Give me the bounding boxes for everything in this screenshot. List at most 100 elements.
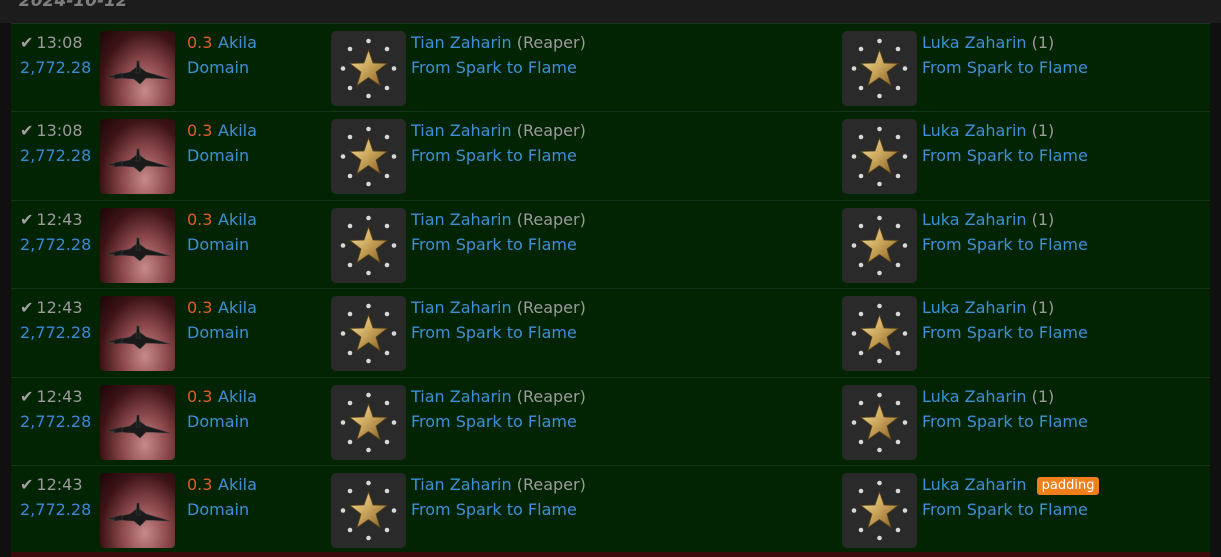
- checkmark-icon: ✔: [20, 386, 34, 406]
- killmail-row[interactable]: ✔ 13:08 2,772.28 0.3 Akila Domain Tian Zaharin…: [11, 23, 1210, 112]
- victim-info: Tian Zaharin (Reaper): [411, 298, 586, 318]
- ship-render-image[interactable]: [100, 473, 175, 548]
- victim-info: Tian Zaharin (Reaper): [411, 210, 586, 230]
- region-link[interactable]: Domain: [187, 146, 249, 166]
- isk-value: 2,772.28: [20, 234, 92, 254]
- kill-time: ✔ 12:43: [20, 386, 83, 406]
- isk-value: 2,772.28: [20, 58, 92, 77]
- region-link[interactable]: Domain: [187, 235, 249, 255]
- killer-corp-link[interactable]: From Spark to Flame: [922, 412, 1088, 432]
- killer-info: Luka Zaharin (1): [922, 210, 1054, 230]
- victim-corp-link[interactable]: From Spark to Flame: [411, 412, 577, 432]
- system-link[interactable]: Akila: [218, 33, 257, 53]
- killmail-row[interactable]: ✔ 12:43 2,772.28 0.3 Akila Domain Tian Zaharin…: [11, 465, 1210, 554]
- checkmark-icon: ✔: [20, 121, 34, 141]
- victim-name-link[interactable]: Tian Zaharin: [411, 298, 512, 317]
- system-link[interactable]: Akila: [218, 298, 257, 318]
- ship-render-image[interactable]: [100, 207, 175, 283]
- isk-value: 2,772.28: [20, 500, 92, 519]
- system-link[interactable]: Akila: [218, 210, 257, 230]
- security-status: 0.3: [187, 475, 213, 494]
- victim-corp-link[interactable]: From Spark to Flame: [411, 323, 577, 343]
- kill-time: ✔ 12:43: [20, 209, 83, 229]
- killer-info: Luka Zaharin (1): [922, 387, 1054, 407]
- killmail-row[interactable]: ✔ 12:43 2,772.28 0.3 Akila Domain Tian Zaharin…: [11, 288, 1210, 378]
- victim-ship-type: (Reaper): [516, 33, 586, 52]
- killer-corp-link[interactable]: From Spark to Flame: [922, 500, 1088, 520]
- attacker-count: (1): [1031, 209, 1055, 229]
- isk-value: 2,772.28: [20, 323, 92, 343]
- victim-corporation-logo[interactable]: [331, 473, 406, 548]
- killer-name-link[interactable]: Luka Zaharin: [922, 33, 1027, 52]
- ship-render-image[interactable]: [100, 31, 175, 106]
- date-header: 2024-10-12: [0, 0, 1221, 23]
- date-label: 2024-10-12: [19, 0, 128, 11]
- victim-corporation-logo[interactable]: [331, 207, 406, 283]
- killer-name-link[interactable]: Luka Zaharin: [922, 387, 1027, 406]
- victim-name-link[interactable]: Tian Zaharin: [411, 121, 512, 140]
- system-link[interactable]: Akila: [218, 121, 257, 141]
- killer-corporation-logo[interactable]: [842, 31, 917, 106]
- killer-name-link[interactable]: Luka Zaharin: [922, 121, 1027, 140]
- ship-render-image[interactable]: [100, 384, 175, 460]
- killer-corporation-logo[interactable]: [842, 207, 917, 283]
- kill-time: ✔ 12:43: [20, 475, 83, 494]
- security-status: 0.3: [187, 386, 213, 406]
- victim-info: Tian Zaharin (Reaper): [411, 121, 586, 141]
- victim-corporation-logo[interactable]: [331, 31, 406, 106]
- system-link[interactable]: Akila: [218, 475, 257, 495]
- killer-name-link[interactable]: Luka Zaharin: [922, 210, 1027, 229]
- victim-corporation-logo[interactable]: [331, 296, 406, 372]
- checkmark-icon: ✔: [20, 475, 34, 494]
- killer-name-link[interactable]: Luka Zaharin: [922, 475, 1027, 494]
- killer-info: Luka Zaharin (1): [922, 33, 1054, 53]
- victim-ship-type: (Reaper): [516, 475, 586, 494]
- attacker-count: (1): [1031, 33, 1055, 52]
- attacker-count: (1): [1031, 121, 1055, 141]
- region-link[interactable]: Domain: [187, 500, 249, 520]
- kill-time: ✔ 12:43: [20, 298, 83, 318]
- security-status: 0.3: [187, 121, 213, 141]
- killer-corporation-logo[interactable]: [842, 473, 917, 548]
- killer-corporation-logo[interactable]: [842, 384, 917, 460]
- victim-ship-type: (Reaper): [516, 209, 586, 229]
- killer-corp-link[interactable]: From Spark to Flame: [922, 323, 1088, 343]
- system-link[interactable]: Akila: [218, 387, 257, 407]
- killer-corporation-logo[interactable]: [842, 119, 917, 195]
- region-link[interactable]: Domain: [187, 323, 249, 343]
- victim-ship-type: (Reaper): [516, 298, 586, 318]
- killer-info: Luka Zaharin padding: [922, 475, 1100, 495]
- attacker-count: (1): [1031, 386, 1055, 406]
- victim-corp-link[interactable]: From Spark to Flame: [411, 146, 577, 166]
- victim-info: Tian Zaharin (Reaper): [411, 33, 586, 53]
- victim-name-link[interactable]: Tian Zaharin: [411, 33, 512, 52]
- killer-corporation-logo[interactable]: [842, 296, 917, 372]
- victim-name-link[interactable]: Tian Zaharin: [411, 387, 512, 406]
- security-status: 0.3: [187, 33, 213, 52]
- victim-corp-link[interactable]: From Spark to Flame: [411, 58, 577, 78]
- victim-corp-link[interactable]: From Spark to Flame: [411, 500, 577, 520]
- victim-info: Tian Zaharin (Reaper): [411, 475, 586, 495]
- victim-name-link[interactable]: Tian Zaharin: [411, 475, 512, 494]
- security-status: 0.3: [187, 209, 213, 229]
- killer-corp-link[interactable]: From Spark to Flame: [922, 146, 1088, 166]
- victim-ship-type: (Reaper): [516, 386, 586, 406]
- security-status: 0.3: [187, 298, 213, 318]
- ship-render-image[interactable]: [100, 119, 175, 195]
- region-link[interactable]: Domain: [187, 58, 249, 78]
- killer-badge: padding: [1036, 477, 1100, 495]
- victim-corp-link[interactable]: From Spark to Flame: [411, 235, 577, 255]
- region-link[interactable]: Domain: [187, 412, 249, 432]
- checkmark-icon: ✔: [20, 209, 34, 229]
- killer-corp-link[interactable]: From Spark to Flame: [922, 235, 1088, 255]
- killer-name-link[interactable]: Luka Zaharin: [922, 298, 1027, 317]
- victim-name-link[interactable]: Tian Zaharin: [411, 210, 512, 229]
- killmail-row[interactable]: ✔ 12:43 2,772.28 0.3 Akila Domain Tian Zaharin…: [11, 199, 1210, 289]
- victim-corporation-logo[interactable]: [331, 384, 406, 460]
- ship-render-image[interactable]: [100, 296, 175, 372]
- victim-corporation-logo[interactable]: [331, 119, 406, 195]
- killer-corp-link[interactable]: From Spark to Flame: [922, 58, 1088, 78]
- killmail-row[interactable]: ✔ 12:43 2,772.28 0.3 Akila Domain Tian Zaharin…: [11, 376, 1210, 466]
- list-bottom-border: [11, 552, 1210, 557]
- killmail-row[interactable]: ✔ 13:08 2,772.28 0.3 Akila Domain Tian Zaharin…: [11, 111, 1210, 201]
